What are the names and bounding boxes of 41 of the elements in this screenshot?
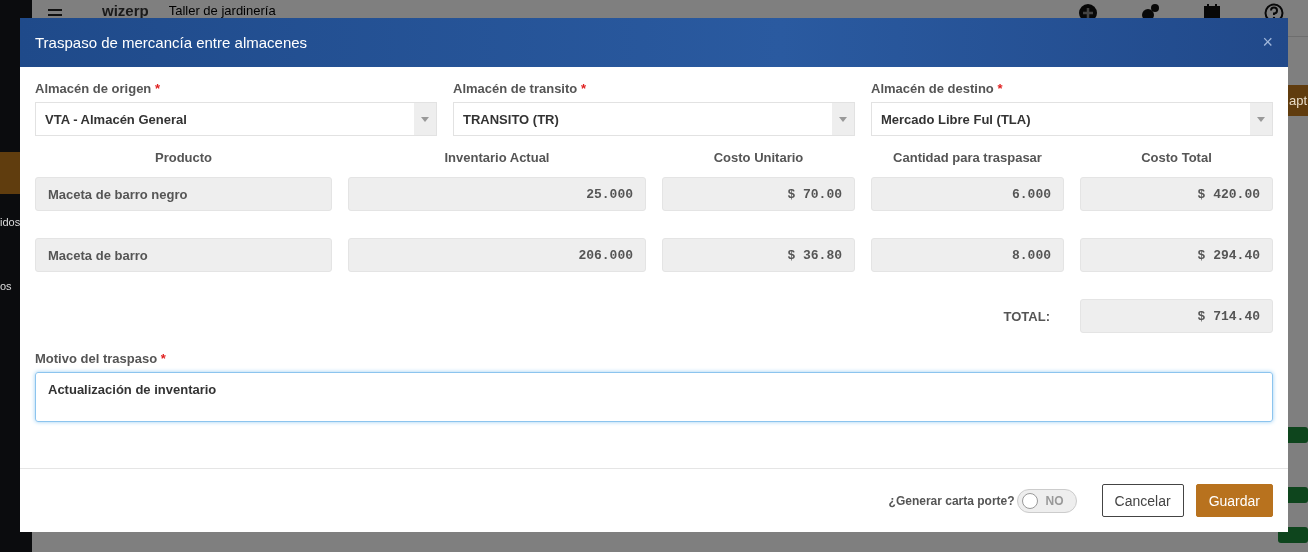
- field-label: Almacén de origen *: [35, 81, 161, 96]
- column-header: Costo Total: [1140, 150, 1213, 167]
- column-header: Inventario Actual: [443, 150, 551, 167]
- required-mark: *: [997, 81, 1003, 96]
- dropdown[interactable]: Mercado Libre Ful (TLA): [871, 102, 1273, 136]
- caret-icon: [421, 116, 429, 122]
- readonly-field: Maceta de barro: [35, 238, 332, 272]
- readonly-field: Maceta de barro negro: [35, 177, 332, 211]
- quantity-field[interactable]: 6.000: [871, 177, 1064, 211]
- cancel-button[interactable]: Cancelar: [1101, 484, 1184, 517]
- column-header: Cantidad para traspasar: [892, 150, 1043, 167]
- required-mark: *: [580, 81, 586, 96]
- dialog-title: Traspaso de mercancía entre almacenes: [35, 34, 308, 51]
- total-label: TOTAL:: [1002, 307, 1051, 326]
- field-label: Almacén de destino *: [871, 81, 1004, 96]
- quantity-field[interactable]: 8.000: [871, 238, 1064, 272]
- caret-icon: [1257, 116, 1265, 122]
- readonly-field: $ 294.40: [1080, 238, 1273, 272]
- dropdown[interactable]: TRANSITO (TR): [453, 102, 855, 136]
- reason-textarea[interactable]: Actualización de inventario: [35, 372, 1273, 422]
- readonly-field: 206.000: [348, 238, 646, 272]
- readonly-field: $ 36.80: [662, 238, 855, 272]
- close-button[interactable]: ×: [1262, 32, 1273, 53]
- field-label: Almacén de transito *: [453, 81, 587, 96]
- required-mark: *: [160, 351, 166, 366]
- caret-icon: [839, 116, 847, 122]
- total-field: $ 714.40: [1080, 299, 1273, 333]
- readonly-field: 25.000: [348, 177, 646, 211]
- toggle-label: ¿Generar carta porte?: [888, 493, 1015, 508]
- column-header: Producto: [153, 150, 214, 167]
- required-mark: *: [154, 81, 160, 96]
- logo: wizerp: [102, 2, 149, 18]
- sidebar-item[interactable]: os: [0, 280, 12, 292]
- sidebar-item[interactable]: idos: [0, 216, 21, 228]
- save-button[interactable]: Guardar: [1195, 484, 1273, 517]
- action-button[interactable]: apt: [1286, 85, 1308, 116]
- dropdown[interactable]: VTA - Almacén General: [35, 102, 437, 136]
- field-label: Motivo del traspaso *: [35, 351, 167, 366]
- readonly-field: $ 70.00: [662, 177, 855, 211]
- column-header: Costo Unitario: [712, 150, 805, 167]
- readonly-field: $ 420.00: [1080, 177, 1273, 211]
